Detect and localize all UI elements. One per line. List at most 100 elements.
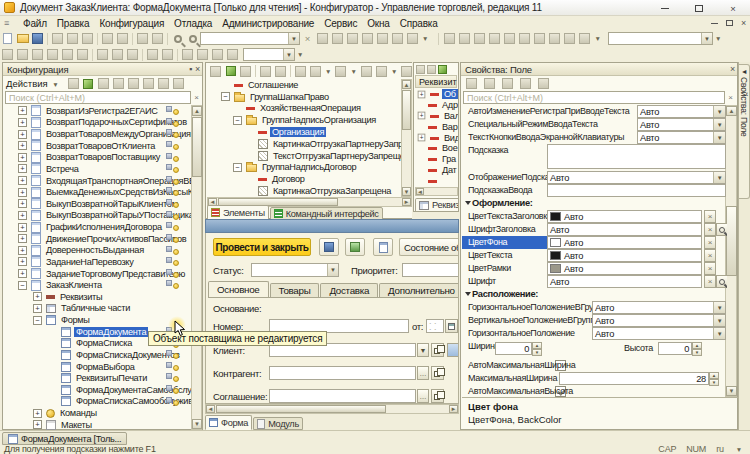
move-down-button[interactable] <box>141 77 156 91</box>
expander-icon[interactable]: − <box>33 316 42 325</box>
arrange-button[interactable] <box>359 64 374 78</box>
config-tree-scrollbar[interactable]: ▲ ▼ <box>191 105 202 430</box>
minimize-button[interactable] <box>648 0 682 16</box>
alphabet-view-button[interactable] <box>500 77 515 91</box>
style-combo[interactable]: ▼ <box>243 48 295 61</box>
expander-icon[interactable]: + <box>33 409 42 418</box>
config-tree-item[interactable]: РеквизитыПечати <box>4 372 192 384</box>
go-forward-button[interactable] <box>330 32 345 46</box>
align-right-button[interactable] <box>210 48 225 62</box>
config-tree-item[interactable]: +Реквизиты <box>4 291 192 303</box>
width-spinner[interactable]: ▲▼ <box>532 342 542 355</box>
close-panel-icon[interactable]: × <box>195 64 200 74</box>
zoom-combo[interactable]: ▼ <box>608 32 713 45</box>
config-search-input[interactable]: Поиск (Ctrl+Alt+М) <box>5 91 191 104</box>
redo-button[interactable] <box>150 32 165 46</box>
new-button[interactable] <box>66 77 81 91</box>
screen-button[interactable] <box>45 48 60 62</box>
expander-icon[interactable]: + <box>33 304 42 313</box>
books-button[interactable] <box>30 48 45 62</box>
window-button[interactable] <box>156 77 171 91</box>
close-window-button[interactable] <box>502 32 517 46</box>
property-row[interactable]: ЦветТекстаЗаголовкаАвто× <box>462 210 727 223</box>
tab-module[interactable]: Модуль <box>253 417 303 430</box>
expander-icon[interactable]: + <box>18 141 27 150</box>
config-tree-item[interactable]: +ГрафикИсполненияДоговора <box>4 221 192 233</box>
save-button[interactable] <box>319 238 339 256</box>
elements-tree-item[interactable]: Договор <box>207 173 401 185</box>
dialog-button[interactable] <box>374 64 389 78</box>
edit-button[interactable] <box>81 77 96 91</box>
expander-icon[interactable]: − <box>233 116 242 125</box>
expander-icon[interactable]: − <box>18 281 27 290</box>
choose-font-button[interactable] <box>716 275 727 288</box>
attribute-item[interactable] <box>415 175 459 186</box>
cascade-button[interactable] <box>472 32 487 46</box>
config-tree-item[interactable]: +ВходящаяТранспортнаяОперацияВЕТ <box>4 175 192 187</box>
elements-tree-item[interactable]: КартинкаОтгрузкаЗапрещена <box>207 185 401 197</box>
preview-button[interactable] <box>308 64 323 78</box>
client-open-button[interactable] <box>431 343 444 357</box>
delete-button[interactable] <box>111 77 126 91</box>
agreement-field[interactable] <box>269 389 416 403</box>
fill-button[interactable] <box>160 48 175 62</box>
config-tree-item[interactable]: +Команды <box>4 407 192 419</box>
property-row[interactable]: ЦветФонаАвто× <box>462 236 727 249</box>
attributes-hscroll[interactable]: ◄ <box>415 187 458 196</box>
properties-search-input[interactable]: Поиск (Ctrl+Alt+М) <box>463 91 725 104</box>
find-next-button[interactable] <box>185 32 200 46</box>
move-down-button[interactable] <box>273 64 288 78</box>
expander-icon[interactable]: + <box>18 130 27 139</box>
system-menu-icon[interactable]: ≡ <box>4 18 16 28</box>
bookmark-button[interactable] <box>517 32 532 46</box>
clear-value-button[interactable]: × <box>704 223 716 236</box>
status-dropdown-icon[interactable]: ▼ <box>327 264 338 276</box>
property-row[interactable]: ОтображениеПодсказкиАвто▼ <box>462 171 727 184</box>
list-button[interactable] <box>225 48 240 62</box>
new-button[interactable] <box>208 64 223 78</box>
find-button[interactable] <box>170 32 185 46</box>
palette-button[interactable] <box>75 48 90 62</box>
dropdown-arrow-icon[interactable]: ▼ <box>713 328 725 339</box>
config-tree-item[interactable]: +ВозвратТоваровМеждуОрганизациями <box>4 128 192 140</box>
align-left-button[interactable] <box>180 48 195 62</box>
form-hscroll[interactable]: ◄ ► <box>205 404 459 414</box>
config-tree-item[interactable]: +ВыкупВозвратнойТарыКлиентом <box>4 198 192 210</box>
expander-icon[interactable]: + <box>18 176 27 185</box>
run-button[interactable] <box>375 32 390 46</box>
edit-button[interactable] <box>438 65 447 74</box>
tile-button[interactable] <box>487 32 502 46</box>
doc-list-button[interactable] <box>373 238 393 256</box>
config-tree-item[interactable]: ФормаСпискаДокументов <box>4 349 192 361</box>
property-row[interactable]: Оформление: <box>462 197 727 210</box>
mdi-close-icon[interactable]: × <box>741 18 746 28</box>
property-row[interactable]: МаксимальнаяШирина28▲▼ <box>462 372 727 385</box>
config-tree-item[interactable]: +ВыкупВозвратнойТарыУПоставщика <box>4 210 192 222</box>
copy-button[interactable] <box>416 65 425 74</box>
config-tree-item[interactable]: +ВозвратТоваровОтКлиента <box>4 140 192 152</box>
property-row[interactable]: АвтоМаксимальнаяШирина <box>462 359 727 372</box>
config-tree-item[interactable]: −ЗаказКлиента <box>4 279 192 291</box>
expander-icon[interactable]: + <box>418 112 426 120</box>
category-view-button[interactable] <box>482 77 497 91</box>
tab-elements[interactable]: Элементы <box>207 205 269 220</box>
delete-button[interactable] <box>238 64 253 78</box>
filter-button[interactable] <box>171 77 186 91</box>
expander-icon[interactable]: + <box>18 164 27 173</box>
form-tab[interactable]: Дополнительно <box>379 283 459 297</box>
page-button[interactable] <box>60 48 75 62</box>
menu-item[interactable]: Правка <box>52 18 95 29</box>
sort-button[interactable] <box>464 77 479 91</box>
agreement-open-button[interactable] <box>431 389 444 403</box>
property-row[interactable]: Расположение: <box>462 288 727 301</box>
elements-tree-item[interactable]: КартинкаОтгрузкаПартнеруЗапре <box>207 138 401 150</box>
check-button[interactable] <box>536 77 551 91</box>
window-button[interactable] <box>15 48 30 62</box>
underline-button[interactable] <box>125 48 140 62</box>
config-tree-item[interactable]: ФормаДокументаСамообслужи... <box>4 384 192 396</box>
list-view-button[interactable] <box>333 64 348 78</box>
clear-value-button[interactable]: × <box>704 249 716 262</box>
client-dropdown-button[interactable]: ▼ <box>417 343 429 357</box>
clear-value-button[interactable]: × <box>704 210 716 223</box>
menu-item[interactable]: Файл <box>18 18 52 29</box>
